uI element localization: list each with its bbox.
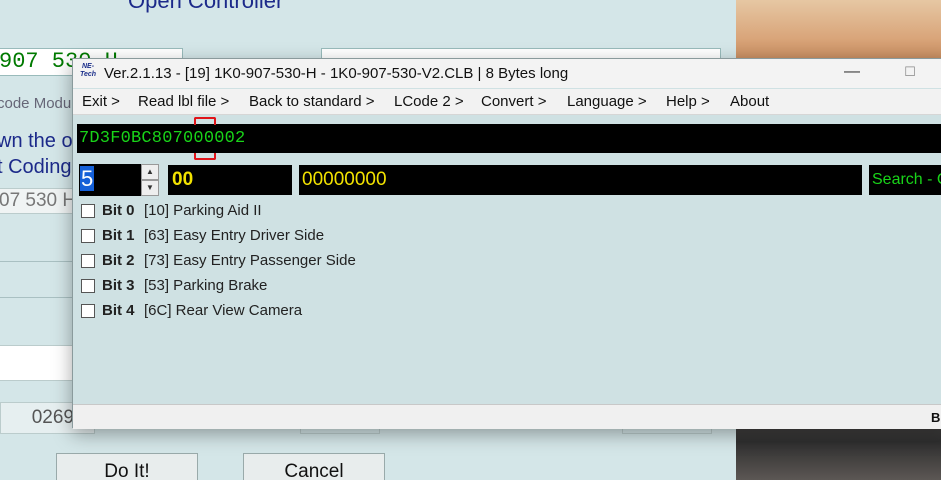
binary-value-field[interactable]: 00000000 xyxy=(299,165,862,195)
menu-convert[interactable]: Convert > xyxy=(481,93,546,110)
bit-label: Bit 1 xyxy=(102,227,135,244)
bg-part-number-gray: 07 530 H xyxy=(0,188,73,214)
search-field[interactable]: Search - C xyxy=(869,165,941,195)
cancel-button[interactable]: Cancel xyxy=(243,453,385,480)
bit-label: Bit 4 xyxy=(102,302,135,319)
do-it-button[interactable]: Do It! xyxy=(56,453,198,480)
bit-label: Bit 3 xyxy=(102,277,135,294)
spin-down-icon[interactable]: ▼ xyxy=(141,180,159,196)
status-text: B xyxy=(931,410,941,425)
bg-title: Open Controller xyxy=(128,0,284,13)
byte-index-field[interactable]: 5 xyxy=(79,164,141,196)
bg-divider xyxy=(0,268,74,298)
bg-code-label: code Modu xyxy=(0,95,72,112)
bg-coding-text: t Coding xyxy=(0,156,72,178)
bg-input-box[interactable] xyxy=(0,345,74,381)
bit-description: [63] Easy Entry Driver Side xyxy=(144,227,325,244)
menu-language[interactable]: Language > xyxy=(567,93,647,110)
bit-description: [53] Parking Brake xyxy=(144,277,268,294)
bit-label: Bit 2 xyxy=(102,252,135,269)
byte-index-value: 5 xyxy=(80,166,95,191)
status-bar: B xyxy=(73,404,941,429)
coding-string-field[interactable]: 7D3F0BC807000002 xyxy=(77,124,941,153)
bg-instruction-text: wn the or xyxy=(0,130,80,152)
menu-back-to-standard[interactable]: Back to standard > xyxy=(249,93,375,110)
bit-checkbox[interactable] xyxy=(81,304,95,318)
selected-byte-marker xyxy=(194,153,216,160)
bg-divider xyxy=(0,232,74,262)
menu-exit[interactable]: Exit > xyxy=(82,93,120,110)
menu-read-lbl-file[interactable]: Read lbl file > xyxy=(138,93,229,110)
menu-lcode[interactable]: LCode 2 > xyxy=(394,93,464,110)
hex-value-field[interactable]: 00 xyxy=(168,165,292,195)
menu-bar: Exit > Read lbl file > Back to standard … xyxy=(73,89,941,115)
selected-byte-marker xyxy=(194,117,216,125)
bit-checkbox[interactable] xyxy=(81,204,95,218)
bit-checkbox[interactable] xyxy=(81,254,95,268)
bit-description: [6C] Rear View Camera xyxy=(144,302,303,319)
spin-up-icon[interactable]: ▲ xyxy=(141,164,159,180)
menu-help[interactable]: Help > xyxy=(666,93,710,110)
app-logo-icon: NE-Tech xyxy=(79,63,97,78)
lcode-window: NE-Tech Ver.2.1.13 - [19] 1K0-907-530-H … xyxy=(72,58,941,429)
title-bar[interactable]: NE-Tech Ver.2.1.13 - [19] 1K0-907-530-H … xyxy=(73,59,941,88)
bit-checkbox[interactable] xyxy=(81,279,95,293)
bit-checkbox[interactable] xyxy=(81,229,95,243)
maximize-icon[interactable]: ☐ xyxy=(899,62,921,84)
bit-description: [73] Easy Entry Passenger Side xyxy=(144,252,356,269)
menu-about[interactable]: About xyxy=(730,93,769,110)
minimize-icon[interactable]: — xyxy=(841,62,863,84)
bit-description: [10] Parking Aid II xyxy=(144,202,262,219)
bit-label: Bit 0 xyxy=(102,202,135,219)
window-title: Ver.2.1.13 - [19] 1K0-907-530-H - 1K0-90… xyxy=(104,65,569,82)
